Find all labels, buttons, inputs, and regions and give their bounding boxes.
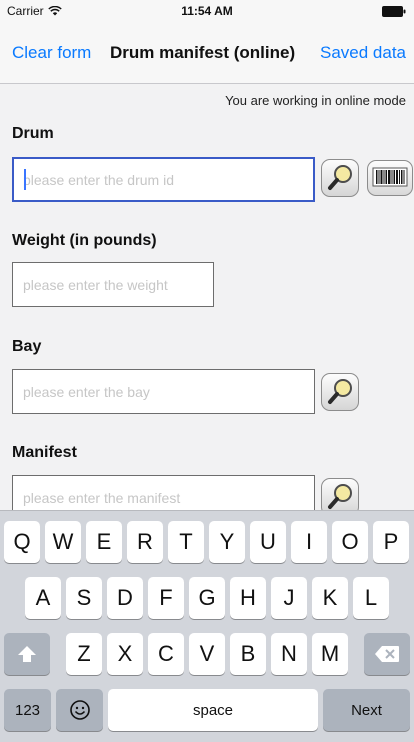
key-p[interactable]: P [373, 521, 409, 563]
bay-label: Bay [12, 338, 42, 355]
barcode-icon [372, 167, 408, 187]
saved-data-button[interactable]: Saved data [320, 43, 406, 63]
online-mode-notice: You are working in online mode [225, 93, 406, 108]
magnifier-icon [328, 165, 352, 190]
key-f[interactable]: F [148, 577, 184, 619]
drum-label: Drum [12, 125, 54, 142]
navigation-bar: Clear form Drum manifest (online) Saved … [0, 22, 414, 84]
key-x[interactable]: X [107, 633, 143, 675]
shift-key[interactable] [4, 633, 50, 675]
emoji-key[interactable] [56, 689, 103, 731]
battery-icon [382, 6, 406, 17]
weight-input[interactable] [12, 262, 214, 307]
key-v[interactable]: V [189, 633, 225, 675]
key-u[interactable]: U [250, 521, 286, 563]
bay-search-button[interactable] [321, 373, 359, 411]
key-e[interactable]: E [86, 521, 122, 563]
magnifier-icon [328, 484, 352, 509]
key-q[interactable]: Q [4, 521, 40, 563]
key-i[interactable]: I [291, 521, 327, 563]
backspace-key[interactable] [364, 633, 410, 675]
key-d[interactable]: D [107, 577, 143, 619]
key-l[interactable]: L [353, 577, 389, 619]
drum-search-button[interactable] [321, 159, 359, 197]
key-g[interactable]: G [189, 577, 225, 619]
magnifier-icon [328, 379, 352, 404]
key-t[interactable]: T [168, 521, 204, 563]
key-w[interactable]: W [45, 521, 81, 563]
shift-arrow-icon [18, 646, 36, 662]
numbers-key[interactable]: 123 [4, 689, 51, 731]
status-bar: Carrier 11:54 AM [0, 0, 414, 22]
weight-label: Weight (in pounds) [12, 232, 157, 249]
emoji-face-icon [69, 700, 90, 720]
key-j[interactable]: J [271, 577, 307, 619]
clock: 11:54 AM [181, 4, 233, 18]
page-title: Drum manifest (online) [110, 43, 296, 62]
on-screen-keyboard: Q W E R T Y U I O P A S D F G H J K L Z … [0, 510, 414, 742]
manifest-label: Manifest [12, 444, 77, 461]
backspace-icon [375, 646, 399, 662]
key-c[interactable]: C [148, 633, 184, 675]
key-o[interactable]: O [332, 521, 368, 563]
key-y[interactable]: Y [209, 521, 245, 563]
key-b[interactable]: B [230, 633, 266, 675]
space-key[interactable]: space [108, 689, 318, 731]
next-key[interactable]: Next [323, 689, 410, 731]
text-caret [24, 169, 26, 190]
key-n[interactable]: N [271, 633, 307, 675]
key-z[interactable]: Z [66, 633, 102, 675]
drum-input[interactable] [12, 157, 315, 202]
bay-input[interactable] [12, 369, 315, 414]
key-h[interactable]: H [230, 577, 266, 619]
clear-form-button[interactable]: Clear form [12, 43, 91, 63]
key-m[interactable]: M [312, 633, 348, 675]
key-k[interactable]: K [312, 577, 348, 619]
barcode-scan-button[interactable] [367, 160, 413, 196]
key-a[interactable]: A [25, 577, 61, 619]
key-s[interactable]: S [66, 577, 102, 619]
key-r[interactable]: R [127, 521, 163, 563]
